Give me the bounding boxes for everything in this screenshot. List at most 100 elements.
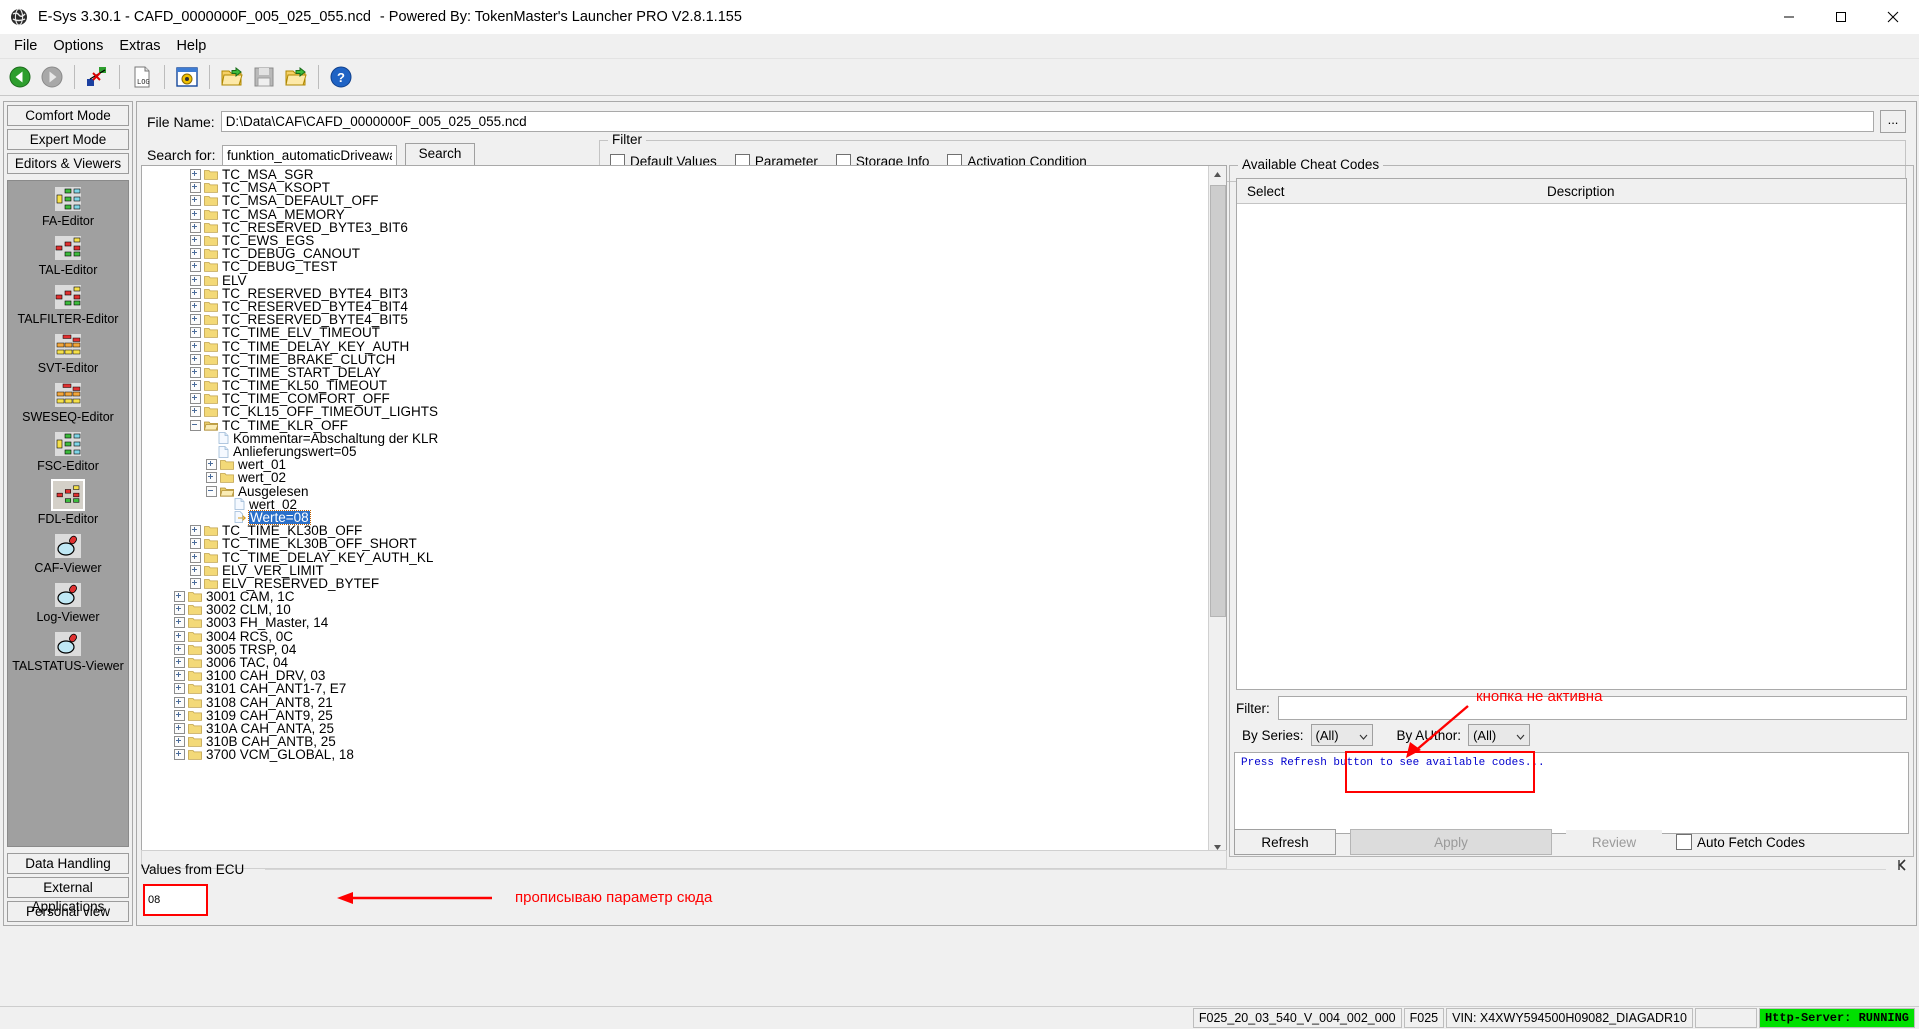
expand-icon[interactable] [174, 696, 185, 708]
collapse-left-icon[interactable] [1896, 858, 1910, 876]
tree-node[interactable]: TC_TIME_KL50_TIMEOUT [142, 379, 1226, 392]
refresh-button[interactable]: Refresh [1234, 829, 1336, 855]
search-button[interactable]: Search [405, 143, 475, 167]
tree-horizontal-scrollbar[interactable] [141, 850, 1227, 869]
minimize-button[interactable] [1763, 0, 1815, 34]
tree-node[interactable]: 3001 CAM, 1C [142, 590, 1226, 603]
tree-node[interactable]: 3108 CAH_ANT8, 21 [142, 695, 1226, 709]
tree-node[interactable]: 310A CAH_ANTA, 25 [142, 722, 1226, 735]
tree-node[interactable]: ELV_RESERVED_BYTEF [142, 577, 1226, 590]
expand-icon[interactable] [190, 235, 201, 247]
tree-node[interactable]: ELV [142, 273, 1226, 287]
expert-mode-button[interactable]: Expert Mode [7, 129, 129, 150]
comfort-mode-button[interactable]: Comfort Mode [7, 105, 129, 126]
target-window-icon[interactable] [173, 63, 201, 91]
log-icon[interactable]: LOG [128, 63, 156, 91]
tree-node[interactable]: TC_EWS_EGS [142, 234, 1226, 247]
tree-node[interactable]: TC_RESERVED_BYTE4_BIT5 [142, 313, 1226, 326]
tree-node[interactable]: 3003 FH_Master, 14 [142, 616, 1226, 630]
by-series-dropdown[interactable]: (All) [1310, 724, 1373, 746]
tree-node[interactable]: TC_RESERVED_BYTE4_BIT3 [142, 287, 1226, 300]
tree-node[interactable]: 3101 CAH_ANT1-7, E7 [142, 682, 1226, 696]
sidebar-item-caf-viewer[interactable]: CAF-Viewer [8, 532, 128, 575]
tree-node[interactable]: TC_TIME_ELV_TIMEOUT [142, 326, 1226, 340]
expand-icon[interactable] [190, 353, 201, 365]
open-folder-icon[interactable] [218, 63, 246, 91]
expand-icon[interactable] [190, 182, 201, 194]
expand-icon[interactable] [174, 736, 185, 748]
expand-icon[interactable] [174, 722, 185, 734]
tree-node[interactable]: TC_RESERVED_BYTE3_BIT6 [142, 221, 1226, 234]
tree-node[interactable]: 3005 TRSP, 04 [142, 643, 1226, 656]
tree-node[interactable]: Werte=08 [142, 509, 1226, 525]
tree-node[interactable]: TC_TIME_BRAKE_CLUTCH [142, 352, 1226, 366]
tree-node[interactable]: TC_KL15_OFF_TIMEOUT_LIGHTS [142, 405, 1226, 419]
collapse-icon[interactable] [206, 485, 217, 497]
expand-icon[interactable] [190, 327, 201, 339]
tree-node[interactable]: TC_DEBUG_TEST [142, 260, 1226, 274]
expand-icon[interactable] [190, 248, 201, 260]
expand-icon[interactable] [190, 221, 201, 233]
tree-node[interactable]: Ausgelesen [142, 484, 1226, 498]
sidebar-item-fsc-editor[interactable]: FSC-Editor [8, 430, 128, 473]
expand-icon[interactable] [190, 538, 201, 550]
expand-icon[interactable] [190, 261, 201, 273]
back-icon[interactable] [6, 63, 34, 91]
cafd-tree-panel[interactable]: TC_MSA_SGR TC_MSA_KSOPT TC_MSA_DEFAULT_OFF… [141, 165, 1227, 857]
editors-viewers-button[interactable]: Editors & Viewers [7, 153, 129, 174]
tree-node[interactable]: TC_TIME_COMFORT_OFF [142, 392, 1226, 406]
tree-node[interactable]: TC_MSA_MEMORY [142, 207, 1226, 221]
expand-icon[interactable] [174, 591, 185, 603]
menu-options[interactable]: Options [45, 36, 111, 56]
scroll-up-arrow[interactable] [1209, 166, 1226, 183]
expand-icon[interactable] [190, 525, 201, 537]
expand-icon[interactable] [174, 630, 185, 642]
ecu-value-input[interactable] [143, 884, 208, 916]
disconnect-icon[interactable] [83, 63, 111, 91]
expand-icon[interactable] [174, 709, 185, 721]
sidebar-item-log-viewer[interactable]: Log-Viewer [8, 581, 128, 624]
expand-icon[interactable] [174, 657, 185, 669]
browse-button[interactable]: ... [1880, 110, 1906, 133]
expand-icon[interactable] [174, 643, 185, 655]
sidebar-item-sweseq-editor[interactable]: SWESEQ-Editor [8, 381, 128, 424]
tree-vertical-scrollbar[interactable] [1208, 166, 1226, 856]
expand-icon[interactable] [190, 340, 201, 352]
expand-icon[interactable] [174, 683, 185, 695]
expand-icon[interactable] [206, 472, 217, 484]
tree-node[interactable]: Anlieferungswert=05 [142, 445, 1226, 458]
file-name-field[interactable]: D:\Data\CAF\CAFD_0000000F_005_025_055.nc… [220, 111, 1874, 132]
collapse-icon[interactable] [190, 419, 201, 431]
sidebar-item-talstatus-viewer[interactable]: TALSTATUS-Viewer [8, 630, 128, 673]
sidebar-item-talfilter-editor[interactable]: TALFILTER-Editor [8, 283, 128, 326]
auto-fetch-codes-checkbox[interactable]: Auto Fetch Codes [1676, 834, 1805, 850]
tree-node[interactable]: ELV_VER_LIMIT [142, 563, 1226, 577]
maximize-button[interactable] [1815, 0, 1867, 34]
tree-node[interactable]: Kommentar=Abschaltung der KLR [142, 432, 1226, 445]
tree-node[interactable]: TC_TIME_DELAY_KEY_AUTH [142, 339, 1226, 353]
cafd-tree[interactable]: TC_MSA_SGR TC_MSA_KSOPT TC_MSA_DEFAULT_OFF… [142, 166, 1226, 762]
tree-node[interactable]: 3700 VCM_GLOBAL, 18 [142, 748, 1226, 762]
checkbox-icon[interactable] [1676, 834, 1692, 850]
open-folder-green-icon[interactable] [282, 63, 310, 91]
sidebar-item-fdl-editor[interactable]: FDL-Editor [8, 479, 128, 526]
tree-node[interactable]: TC_TIME_KL30B_OFF [142, 524, 1226, 537]
sidebar-item-tal-editor[interactable]: TAL-Editor [8, 234, 128, 277]
expand-icon[interactable] [190, 366, 201, 378]
expand-icon[interactable] [190, 551, 201, 563]
tree-node[interactable]: TC_TIME_KLR_OFF [142, 418, 1226, 432]
search-input[interactable] [222, 144, 397, 166]
menu-help[interactable]: Help [168, 36, 214, 56]
tree-node[interactable]: 3006 TAC, 04 [142, 656, 1226, 669]
expand-icon[interactable] [190, 393, 201, 405]
expand-icon[interactable] [190, 169, 201, 181]
tree-node[interactable]: wert_02 [142, 471, 1226, 485]
tree-node[interactable]: TC_TIME_DELAY_KEY_AUTH_KL [142, 550, 1226, 564]
expand-icon[interactable] [174, 604, 185, 616]
tree-node[interactable]: TC_MSA_DEFAULT_OFF [142, 194, 1226, 208]
cheat-codes-table[interactable]: Select Description [1236, 178, 1907, 690]
close-button[interactable] [1867, 0, 1919, 34]
external-applications-button[interactable]: External Applications [7, 877, 129, 914]
sidebar-item-fa-editor[interactable]: FA-Editor [8, 185, 128, 228]
tree-node[interactable]: 310B CAH_ANTB, 25 [142, 735, 1226, 748]
